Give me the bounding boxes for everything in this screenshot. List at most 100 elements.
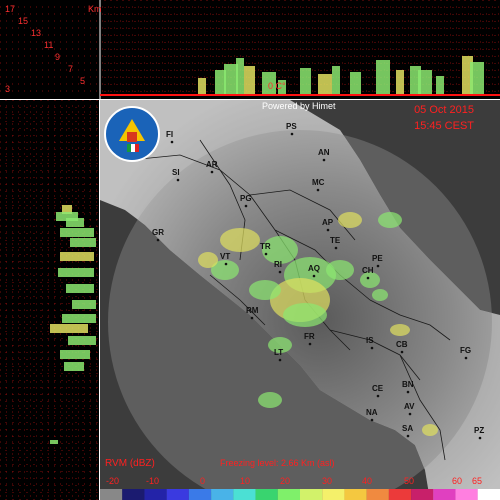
scale-swatch xyxy=(388,489,412,500)
scale-swatch xyxy=(122,489,145,500)
city-label: RM xyxy=(246,306,259,315)
scale-swatches xyxy=(100,489,500,500)
altitude-unit: Km xyxy=(88,4,102,14)
echo-cell xyxy=(66,218,84,227)
city-dot xyxy=(312,274,316,278)
echo-cell xyxy=(224,64,238,94)
scale-swatch xyxy=(211,489,234,500)
city-dot xyxy=(406,390,410,394)
city-dot xyxy=(278,270,282,274)
city-label: SI xyxy=(172,168,180,177)
city-label: GR xyxy=(152,228,164,237)
freezing-marker-label: 0 C° xyxy=(268,81,286,91)
city-label: AN xyxy=(318,148,330,157)
city-dot xyxy=(408,412,412,416)
scale-swatch xyxy=(366,489,389,500)
echo-cell xyxy=(376,60,390,94)
echo-blob xyxy=(422,424,438,436)
city-dot xyxy=(278,358,282,362)
altitude-side-panel xyxy=(0,100,100,500)
echo-cell xyxy=(300,68,311,94)
city-label: IS xyxy=(366,336,374,345)
echo-cell xyxy=(66,284,94,293)
city-dot xyxy=(290,132,294,136)
scale-swatch xyxy=(344,489,367,500)
echo-cell xyxy=(68,336,96,345)
city-label: FI xyxy=(166,130,174,139)
echo-cell xyxy=(318,74,332,94)
city-label: FG xyxy=(460,346,472,355)
city-dot xyxy=(170,140,174,144)
echo-blob xyxy=(249,280,281,300)
scale-value: 20 xyxy=(280,476,291,486)
city-dot xyxy=(478,436,482,440)
city-label: PZ xyxy=(474,426,485,435)
city-label: AR xyxy=(206,160,218,169)
city-dot xyxy=(326,228,330,232)
altitude-tick: 5 xyxy=(80,76,86,86)
scale-value: -20 xyxy=(106,476,120,486)
echo-cell xyxy=(436,76,444,94)
city-dot xyxy=(376,264,380,268)
altitude-tick: 3 xyxy=(5,84,11,94)
echo-cell xyxy=(60,350,90,359)
scale-value: 50 xyxy=(404,476,415,486)
echo-cell xyxy=(50,324,88,333)
scale-swatch xyxy=(233,489,256,500)
city-dot xyxy=(366,276,370,280)
city-dot xyxy=(464,356,468,360)
city-dot xyxy=(156,238,160,242)
echo-cell xyxy=(62,314,96,323)
city-label: PE xyxy=(372,254,383,263)
city-label: RI xyxy=(274,260,282,269)
scale-swatch xyxy=(411,489,434,500)
city-dot xyxy=(308,342,312,346)
city-dot xyxy=(224,262,228,266)
echo-cell xyxy=(58,268,94,277)
scale-swatch xyxy=(322,489,345,500)
city-label: VT xyxy=(220,252,231,261)
city-label: CH xyxy=(362,266,374,275)
scale-value: 10 xyxy=(240,476,251,486)
echo-cell xyxy=(332,66,340,94)
echo-blob xyxy=(338,212,362,228)
altitude-tick: 15 xyxy=(18,16,29,26)
freezing-level-text: Freezing level: 2.66 Km (asl) xyxy=(220,458,335,468)
city-dot xyxy=(406,434,410,438)
city-label: NA xyxy=(366,408,378,417)
echo-cell xyxy=(236,58,244,94)
scale-swatch xyxy=(255,489,278,500)
city-dot xyxy=(322,158,326,162)
scale-swatch xyxy=(144,489,167,500)
echo-blob xyxy=(390,324,410,336)
scale-swatch xyxy=(100,489,123,500)
protezione-civile-logo xyxy=(104,106,160,162)
echo-cell xyxy=(60,252,94,261)
city-dot xyxy=(370,418,374,422)
echo-cell xyxy=(50,440,58,444)
echo-cell xyxy=(60,228,94,237)
scale-swatch xyxy=(188,489,212,500)
radar-map[interactable] xyxy=(100,100,500,500)
echo-cell xyxy=(198,78,206,94)
city-label: AQ xyxy=(308,264,320,273)
echo-cell xyxy=(396,70,404,94)
echo-cell xyxy=(70,238,96,247)
city-dot xyxy=(250,316,254,320)
city-label: PS xyxy=(286,122,297,131)
echo-blob xyxy=(258,392,282,408)
powered-by-label: Powered by Himet xyxy=(262,101,336,111)
echo-blob xyxy=(372,289,388,301)
city-dot xyxy=(316,188,320,192)
product-label: RVM (dBZ) xyxy=(105,458,155,469)
echo-cell xyxy=(244,66,255,94)
city-dot xyxy=(334,246,338,250)
city-label: AV xyxy=(404,402,415,411)
scale-value: -10 xyxy=(146,476,160,486)
city-dot xyxy=(376,394,380,398)
echo-cell xyxy=(350,72,361,94)
altitude-tick: 13 xyxy=(31,28,42,38)
city-dot xyxy=(400,350,404,354)
map-time: 15:45 CEST xyxy=(414,120,474,132)
echo-blob xyxy=(326,260,354,280)
